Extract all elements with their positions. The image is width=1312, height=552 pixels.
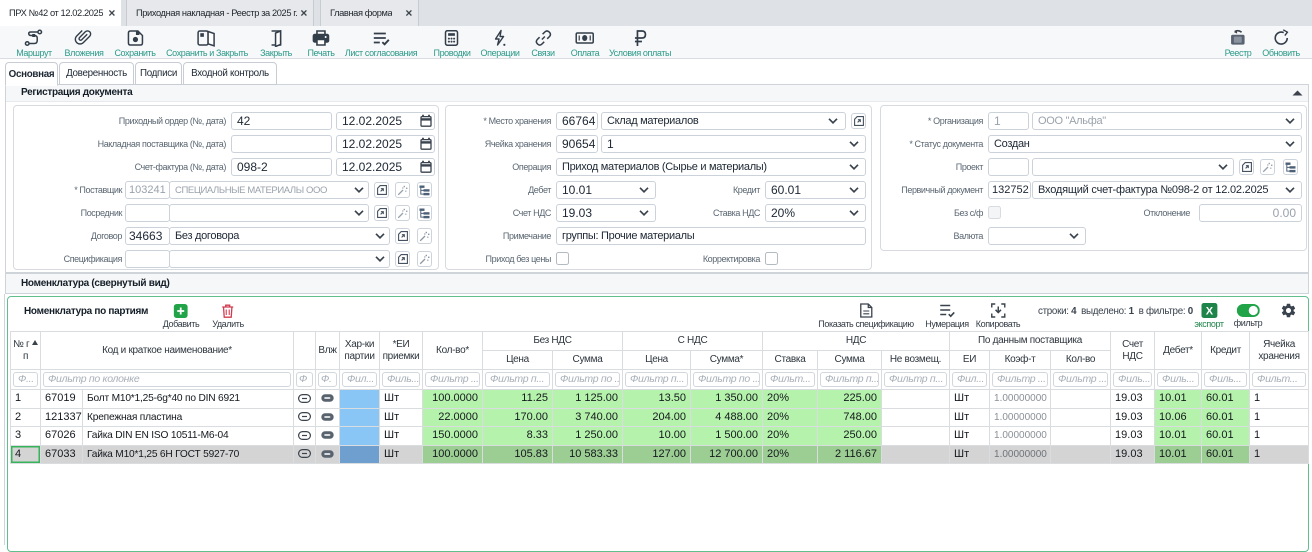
svg-text:X: X: [1205, 306, 1213, 318]
